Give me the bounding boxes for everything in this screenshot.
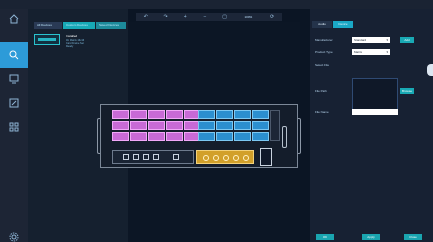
power-module[interactable]	[260, 148, 272, 166]
zoom-in-icon[interactable]: +	[182, 14, 188, 20]
output-card[interactable]	[216, 110, 233, 119]
output-card[interactable]	[198, 110, 215, 119]
properties-panel	[310, 9, 433, 242]
audio-card[interactable]	[196, 150, 254, 164]
tab-audio[interactable]: Audio	[312, 21, 332, 28]
port-icon	[133, 154, 139, 160]
canvas-toolbar: ↶ ↷ + − ▢ 100% ⟳	[136, 13, 282, 21]
device-list-item[interactable]: Installed 4U Matrix 16x16 Card Frame Set…	[34, 32, 96, 48]
tab-all-devices[interactable]: All Devices	[34, 22, 62, 29]
input-card-row	[112, 132, 201, 141]
device-details: 4U Matrix 16x16 Card Frame Set Ready	[66, 39, 84, 48]
connector-icon	[243, 155, 249, 161]
file-name-label: File Name	[315, 110, 329, 114]
output-card[interactable]	[234, 110, 251, 119]
connector-icon	[203, 155, 209, 161]
input-card[interactable]	[130, 110, 147, 119]
port-icon	[173, 154, 179, 160]
device-thumbnail	[34, 34, 60, 45]
fit-icon[interactable]: ▢	[222, 14, 228, 20]
device-detail-line: Ready	[66, 45, 74, 48]
manufacturer-label: Manufacturer	[315, 38, 333, 42]
edit-icon[interactable]	[8, 97, 20, 109]
connector-icon	[213, 155, 219, 161]
properties-tabs: Audio Device	[312, 21, 353, 28]
input-card[interactable]	[112, 121, 129, 130]
browse-button[interactable]: Browse	[400, 88, 414, 94]
blank-slot	[270, 110, 280, 141]
file-name-input[interactable]	[352, 109, 398, 115]
manufacturer-select[interactable]: Standard	[352, 37, 390, 43]
output-card-row	[198, 121, 269, 130]
connector-icon	[223, 155, 229, 161]
home-icon[interactable]	[8, 13, 20, 25]
input-card[interactable]	[148, 132, 165, 141]
input-card[interactable]	[148, 121, 165, 130]
output-card[interactable]	[216, 132, 233, 141]
control-card[interactable]	[112, 150, 194, 164]
close-button[interactable]: Close	[404, 234, 422, 240]
left-icon-rail	[0, 9, 28, 242]
input-card[interactable]	[166, 121, 183, 130]
add-button[interactable]: Add	[400, 37, 414, 43]
redo-icon[interactable]: ↷	[163, 14, 169, 20]
port-icon	[153, 154, 159, 160]
input-card[interactable]	[148, 110, 165, 119]
output-card[interactable]	[252, 110, 269, 119]
port-icon	[123, 154, 129, 160]
select-file-label: Select File	[315, 63, 330, 67]
input-card[interactable]	[130, 132, 147, 141]
product-type-label: Product Type	[315, 50, 333, 54]
settings-icon[interactable]	[8, 231, 20, 242]
device-tabs: All Devices Custom Devices Saved Devices	[34, 22, 126, 29]
ok-button[interactable]: OK	[316, 234, 334, 240]
port-icon	[143, 154, 149, 160]
file-path-label: File Path	[315, 89, 327, 93]
apply-button[interactable]: Apply	[362, 234, 380, 240]
zoom-out-icon[interactable]: −	[202, 14, 208, 20]
input-card[interactable]	[112, 110, 129, 119]
tab-custom-devices[interactable]: Custom Devices	[63, 22, 95, 29]
undo-icon[interactable]: ↶	[143, 14, 149, 20]
input-card[interactable]	[166, 110, 183, 119]
file-preview	[352, 78, 398, 110]
input-card[interactable]	[130, 121, 147, 130]
output-card[interactable]	[198, 132, 215, 141]
output-card[interactable]	[198, 121, 215, 130]
output-card-row	[198, 110, 269, 119]
panel-collapse-handle[interactable]	[427, 64, 433, 76]
output-card[interactable]	[216, 121, 233, 130]
output-card-row	[198, 132, 269, 141]
input-card-row	[112, 110, 201, 119]
tab-saved-devices[interactable]: Saved Devices	[96, 22, 126, 29]
product-type-select[interactable]: Matrix	[352, 49, 390, 55]
input-card[interactable]	[166, 132, 183, 141]
refresh-icon[interactable]: ⟳	[269, 14, 275, 20]
connector-icon	[233, 155, 239, 161]
output-card[interactable]	[252, 132, 269, 141]
grid-icon[interactable]	[8, 121, 20, 133]
input-card-row	[112, 121, 201, 130]
rack-handle	[282, 126, 287, 148]
zoom-level: 100%	[244, 15, 253, 19]
output-card[interactable]	[252, 121, 269, 130]
output-card[interactable]	[234, 121, 251, 130]
search-icon[interactable]	[8, 49, 20, 61]
device-title: Installed	[66, 34, 78, 38]
input-card[interactable]	[112, 132, 129, 141]
display-icon[interactable]	[8, 73, 20, 85]
title-bar	[0, 0, 433, 9]
tab-device[interactable]: Device	[333, 21, 353, 28]
output-card[interactable]	[234, 132, 251, 141]
